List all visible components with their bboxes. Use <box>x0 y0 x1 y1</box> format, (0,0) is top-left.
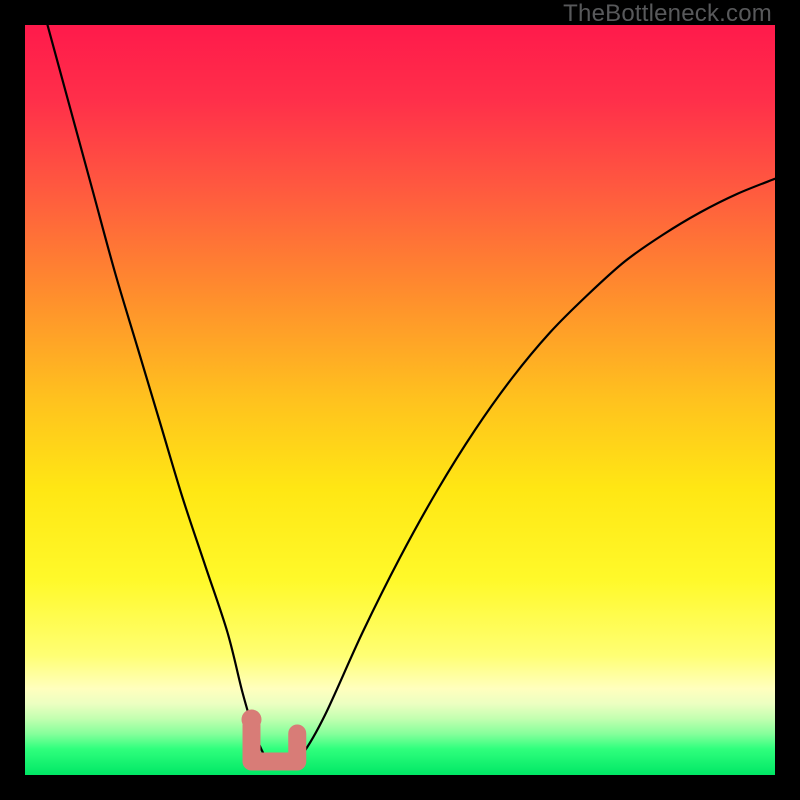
plot-area <box>25 25 775 775</box>
bottleneck-curve <box>25 25 775 775</box>
optimum-marker-dot <box>242 710 262 730</box>
chart-frame: TheBottleneck.com <box>0 0 800 800</box>
watermark-label: TheBottleneck.com <box>563 0 772 28</box>
optimum-marker <box>252 726 298 762</box>
curve-line <box>48 25 776 767</box>
